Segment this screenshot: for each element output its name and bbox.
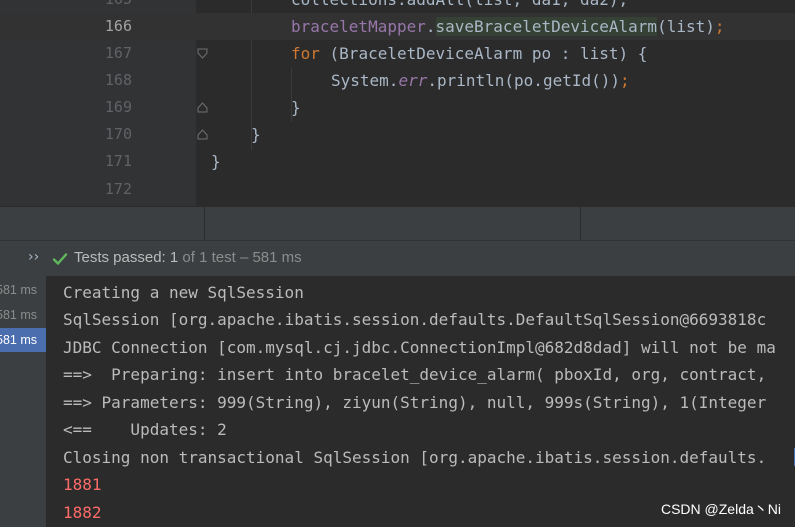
test-results-toolbar: ›› Tests passed: 1 of 1 test – 581 ms	[0, 240, 795, 277]
code-text: System.err.println(po.getId());	[331, 67, 630, 94]
code-editor[interactable]: 165 collections.addAll(list, da1, da2); …	[0, 0, 795, 206]
line-number: 166	[104, 17, 132, 35]
code-rest: .println(po.getId())	[427, 71, 620, 90]
console-line: <== Updates: 2	[63, 420, 227, 439]
code-line-170: 170 }	[0, 121, 795, 148]
watermark: CSDN @Zelda丶Ni	[660, 501, 781, 517]
code-line-167: 167 for (BraceletDeviceAlarm po : list) …	[0, 40, 795, 67]
console-line: ==> Preparing: insert into bracelet_devi…	[63, 365, 767, 384]
fold-open-icon[interactable]	[197, 48, 208, 59]
test-tree: 581 ms 581 ms 581 ms	[0, 276, 46, 527]
line-number: 170	[104, 125, 132, 143]
code-rest: (BraceletDeviceAlarm po : list) {	[319, 44, 648, 63]
code-line-172: 172	[0, 176, 795, 203]
fold-close-icon[interactable]	[197, 129, 208, 140]
line-number: 172	[104, 180, 132, 198]
split-segment	[0, 207, 205, 241]
static-field: err	[398, 71, 428, 90]
code-line-166: 166 braceletMapper.saveBraceletDeviceAla…	[0, 13, 795, 40]
split-segment	[205, 207, 581, 241]
console-line: ==> Parameters: 999(String), ziyun(Strin…	[63, 393, 767, 412]
semicolon: ;	[714, 17, 725, 36]
code-text: collections.addAll(list, da1, da2);	[291, 0, 628, 13]
line-number: 167	[104, 44, 132, 62]
code-text: for (BraceletDeviceAlarm po : list) {	[291, 40, 647, 67]
console-line: JDBC Connection [com.mysql.cj.jdbc.Conne…	[63, 338, 776, 357]
keyword: for	[291, 44, 320, 63]
fold-close-icon[interactable]	[197, 102, 208, 113]
test-tree-item[interactable]: 581 ms	[0, 303, 46, 327]
line-number: 168	[104, 71, 132, 89]
test-status-label: Tests passed:	[74, 249, 166, 266]
code-line-165: 165 collections.addAll(list, da1, da2);	[0, 0, 795, 13]
test-status: Tests passed: 1 of 1 test – 581 ms	[74, 249, 302, 266]
method-call: saveBraceletDeviceAlarm	[435, 17, 658, 36]
line-number: 165	[96, 0, 132, 13]
class-ref: System.	[331, 71, 399, 90]
panel-splitter[interactable]	[0, 206, 795, 241]
console-error-line: 1881	[63, 475, 102, 494]
code-line-171: 171 }	[0, 148, 795, 175]
expand-chevron-icon[interactable]: ››	[28, 249, 39, 265]
console-error-line: 1882	[63, 503, 102, 522]
console-line: Closing non transactional SqlSession [or…	[63, 448, 767, 467]
code-line-168: 168 System.err.println(po.getId());	[0, 67, 795, 94]
line-number: 169	[104, 98, 132, 116]
test-pass-count: 1	[169, 249, 179, 266]
console-line: SqlSession [org.apache.ibatis.session.de…	[63, 310, 767, 329]
args: (list)	[657, 17, 715, 36]
console-output[interactable]: Creating a new SqlSession SqlSession [or…	[46, 276, 795, 527]
code-line-169: 169 }	[0, 94, 795, 121]
test-tree-item[interactable]: 581 ms	[0, 278, 46, 302]
field-ref: braceletMapper	[291, 17, 426, 36]
code-text: }	[251, 125, 261, 144]
test-tree-item-selected[interactable]: 581 ms	[0, 328, 46, 352]
console-line: Creating a new SqlSession	[63, 283, 304, 302]
code-text: braceletMapper.saveBraceletDeviceAlarm(l…	[291, 17, 725, 36]
line-number: 171	[104, 152, 132, 170]
code-text: }	[211, 152, 221, 171]
code-text: }	[291, 98, 301, 117]
test-status-detail: of 1 test – 581 ms	[182, 249, 302, 266]
semicolon: ;	[620, 71, 630, 90]
check-icon	[52, 253, 68, 265]
